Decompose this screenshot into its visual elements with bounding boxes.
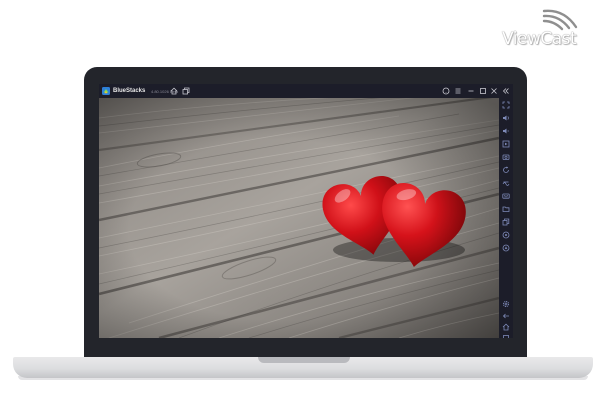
title-bar: BlueStacks 4.80.1026 Beta: [99, 84, 513, 98]
bluestacks-logo-icon: [102, 87, 110, 95]
hearts-on-wood-image: [99, 98, 499, 338]
app-title: BlueStacks: [113, 88, 146, 94]
maximize-icon[interactable]: [479, 87, 487, 95]
screenshot-icon[interactable]: [502, 153, 510, 161]
settings-icon[interactable]: [502, 300, 510, 308]
copy-icon[interactable]: [502, 218, 510, 226]
recent-apps-icon[interactable]: [502, 334, 510, 338]
collapse-sidebar-icon[interactable]: [502, 87, 510, 95]
fullscreen-icon[interactable]: [502, 101, 510, 109]
laptop-notch: [258, 357, 350, 363]
minimize-icon[interactable]: [467, 87, 475, 95]
folder-icon[interactable]: [502, 205, 510, 213]
back-icon[interactable]: [502, 312, 510, 320]
help-icon[interactable]: [442, 87, 450, 95]
keymap-icon[interactable]: [502, 192, 510, 200]
right-sidebar: [499, 98, 513, 338]
volume-down-icon[interactable]: [502, 127, 510, 135]
screen-record-icon[interactable]: [502, 140, 510, 148]
close-icon[interactable]: [490, 87, 498, 95]
watermark-text: ViewCast: [502, 29, 577, 49]
emulator-window: BlueStacks 4.80.1026 Beta: [99, 84, 513, 338]
shake-icon[interactable]: [502, 179, 510, 187]
android-screen[interactable]: [99, 98, 499, 338]
home-nav-icon[interactable]: [502, 323, 510, 331]
rotate-icon[interactable]: [502, 166, 510, 174]
multi-instance-icon[interactable]: [182, 87, 190, 95]
camera-icon[interactable]: [502, 231, 510, 239]
volume-up-icon[interactable]: [502, 114, 510, 122]
menu-icon[interactable]: [454, 87, 462, 95]
home-icon[interactable]: [170, 87, 178, 95]
location-icon[interactable]: [502, 244, 510, 252]
